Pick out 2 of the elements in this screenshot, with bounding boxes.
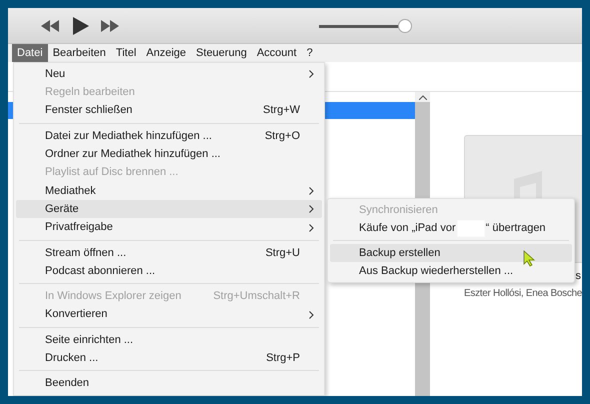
album-title: s (576, 269, 581, 284)
album-artists: Eszter Hollósi, Enea Bosche (464, 286, 582, 300)
